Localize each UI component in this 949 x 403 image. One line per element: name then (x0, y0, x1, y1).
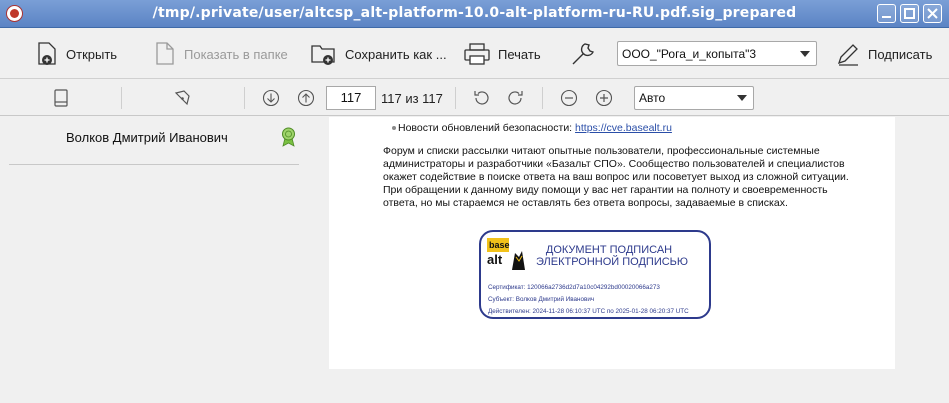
show-in-folder-label: Показать в папке (184, 46, 288, 62)
maximize-icon (904, 8, 915, 19)
zoom-selected-value: Авто (639, 91, 666, 105)
logo-text-bottom: alt (487, 252, 503, 267)
book-icon (54, 89, 68, 107)
zoom-in-button[interactable] (594, 88, 614, 108)
printer-icon (464, 43, 490, 65)
open-file-icon (38, 42, 56, 65)
rotate-left-button[interactable] (471, 88, 491, 108)
open-label: Открыть (66, 46, 118, 62)
pen-icon (837, 44, 858, 66)
page-number-input[interactable]: 117 (326, 86, 376, 110)
zoom-in-icon (595, 89, 613, 107)
open-button[interactable]: Открыть (36, 37, 117, 71)
pen-nib-icon (174, 90, 190, 106)
sidebar-toggle-button[interactable] (51, 88, 71, 108)
divider (9, 164, 299, 165)
minimize-icon (882, 16, 891, 18)
arrow-up-circle-icon (297, 89, 315, 107)
separator (244, 87, 245, 109)
close-button[interactable] (923, 4, 942, 23)
file-icon (156, 42, 174, 65)
minimize-button[interactable] (877, 4, 896, 23)
separator (121, 87, 122, 109)
rotate-right-icon (508, 91, 523, 105)
save-as-button[interactable]: Сохранить как ... (311, 37, 447, 71)
close-icon (927, 8, 938, 19)
document-viewer[interactable]: Новости обновлений безопасности: https:/… (310, 117, 949, 403)
print-label: Печать (498, 46, 541, 62)
title-bar: /tmp/.private/user/altcsp_alt-platform-1… (0, 0, 949, 28)
zoom-select[interactable]: Авто (634, 86, 754, 110)
signer-name[interactable]: Волков Дмитрий Иванович (66, 130, 228, 145)
document-paragraph: Форум и списки рассылки читают опытные п… (383, 145, 849, 209)
certificate-select[interactable]: ООО_"Рога_и_копыта"3 (617, 41, 817, 66)
news-line: Новости обновлений безопасности: https:/… (392, 122, 672, 134)
chevron-down-icon (800, 50, 810, 57)
show-in-folder-button[interactable]: Показать в папке (154, 37, 288, 71)
rotate-left-icon (474, 91, 489, 105)
save-as-label: Сохранить как ... (345, 46, 447, 62)
maximize-button[interactable] (900, 4, 919, 23)
logo-text-top: base (489, 240, 510, 250)
settings-button[interactable] (570, 37, 604, 71)
valid-signature-icon (281, 127, 296, 152)
certificate-selected-value: ООО_"Рога_и_копыта"3 (622, 46, 757, 61)
previous-page-button[interactable] (296, 88, 316, 108)
zoom-out-icon (560, 89, 578, 107)
next-page-button[interactable] (261, 88, 281, 108)
stamp-title-line2: ЭЛЕКТРОННОЙ ПОДПИСЬЮ (535, 256, 689, 268)
news-link[interactable]: https://cve.basealt.ru (575, 122, 672, 134)
sign-button[interactable]: Подписать (836, 37, 932, 71)
stamp-validity: Действителен: 2024-11-28 06:10:37 UTC по… (488, 308, 689, 315)
navigation-toolbar: 117 117 из 117 Авто (0, 80, 949, 116)
signature-tool-button[interactable] (172, 88, 192, 108)
stamp-title-line1: ДОКУМЕНТ ПОДПИСАН (545, 244, 673, 256)
signature-stamp: base alt ДОКУМЕНТ ПОДПИСАН ЭЛЕКТРОННОЙ П… (479, 230, 711, 319)
stamp-certificate: Сертификат: 120066a2736d2d7a10c04292bd00… (488, 284, 660, 291)
sign-label: Подписать (868, 46, 933, 62)
print-button[interactable]: Печать (464, 37, 541, 71)
basealt-logo: base alt (487, 238, 525, 270)
pdf-page: Новости обновлений безопасности: https:/… (329, 117, 895, 369)
main-toolbar: Открыть Показать в папке Сохранить как .… (0, 29, 949, 79)
separator (542, 87, 543, 109)
arrow-down-circle-icon (262, 89, 280, 107)
signatures-panel: Волков Дмитрий Иванович (0, 117, 310, 403)
wrench-icon (572, 43, 594, 65)
zoom-out-button[interactable] (559, 88, 579, 108)
stamp-subject: Субъект: Волков Дмитрий Иванович (488, 296, 595, 303)
window-title: /tmp/.private/user/altcsp_alt-platform-1… (152, 5, 797, 21)
separator (455, 87, 456, 109)
chevron-down-icon (737, 95, 747, 101)
page-total-label: 117 из 117 (381, 91, 443, 106)
save-folder-icon (311, 45, 335, 65)
news-label: Новости обновлений безопасности: (398, 122, 576, 134)
bullet-icon (392, 126, 396, 131)
rotate-right-button[interactable] (506, 88, 526, 108)
